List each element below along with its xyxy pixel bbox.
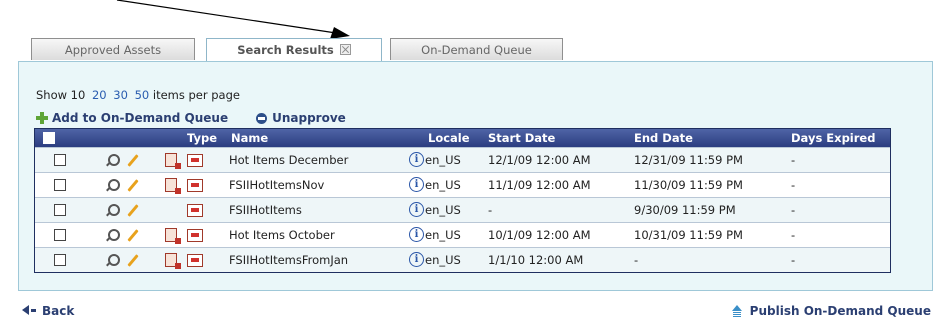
- edit-icon[interactable]: [127, 229, 139, 242]
- header-days-expired[interactable]: Days Expired: [791, 129, 875, 147]
- info-icon[interactable]: i: [409, 177, 424, 192]
- info-icon[interactable]: i: [409, 152, 424, 167]
- row-checkbox[interactable]: [54, 179, 66, 191]
- results-table: Type Name Locale Start Date End Date Day…: [34, 128, 891, 273]
- row-name[interactable]: Hot Items October: [229, 223, 335, 247]
- row-locale: en_US: [425, 253, 461, 267]
- plus-icon: [36, 112, 48, 124]
- row-end-date: 12/31/09 11:59 PM: [634, 153, 743, 167]
- table-row: FSIIHotItemsFromJan i en_US 1/1/10 12:00…: [35, 247, 890, 272]
- back-arrow-icon: [22, 305, 29, 315]
- row-locale: en_US: [425, 153, 461, 167]
- row-name[interactable]: FSIIHotItemsNov: [229, 173, 324, 197]
- header-end-date[interactable]: End Date: [634, 129, 693, 147]
- tab-search-results[interactable]: Search Results: [206, 38, 382, 62]
- row-end-date: 10/31/09 11:59 PM: [634, 228, 743, 242]
- row-days-expired: -: [791, 153, 796, 167]
- document-type-icon: [165, 178, 181, 194]
- tab-on-demand-queue[interactable]: On-Demand Queue: [390, 38, 563, 60]
- add-to-queue-button[interactable]: Add to On-Demand Queue: [36, 111, 228, 125]
- per-page-option-50[interactable]: 50: [135, 88, 150, 102]
- image-type-icon: [187, 229, 203, 242]
- info-icon[interactable]: i: [409, 202, 424, 217]
- edit-icon[interactable]: [127, 204, 139, 217]
- back-label: Back: [42, 304, 75, 318]
- row-locale: en_US: [425, 178, 461, 192]
- row-start-date: 1/1/10 12:00 AM: [488, 253, 584, 267]
- image-type-icon: [187, 154, 203, 167]
- row-days-expired: -: [791, 228, 796, 242]
- edit-icon[interactable]: [127, 154, 139, 167]
- edit-icon[interactable]: [127, 254, 139, 267]
- per-page-option-30[interactable]: 30: [113, 88, 128, 102]
- per-page-option-20[interactable]: 20: [92, 88, 107, 102]
- action-bar: Add to On-Demand Queue Unapprove: [36, 111, 346, 125]
- header-name[interactable]: Name: [231, 129, 268, 147]
- edit-icon[interactable]: [127, 179, 139, 192]
- info-icon[interactable]: i: [409, 252, 424, 267]
- row-checkbox[interactable]: [54, 229, 66, 241]
- per-page-prefix: Show 10: [36, 88, 86, 102]
- row-locale: en_US: [425, 203, 461, 217]
- back-arrow-tail: [31, 309, 36, 312]
- row-end-date: 11/30/09 11:59 PM: [634, 178, 743, 192]
- publish-label: Publish On-Demand Queue: [749, 304, 931, 318]
- row-days-expired: -: [791, 253, 796, 267]
- header-locale[interactable]: Locale: [428, 129, 470, 147]
- preview-icon[interactable]: [108, 179, 120, 191]
- unapprove-button[interactable]: Unapprove: [228, 111, 346, 125]
- row-checkbox[interactable]: [54, 254, 66, 266]
- row-locale: en_US: [425, 228, 461, 242]
- back-button[interactable]: Back: [22, 304, 74, 318]
- preview-icon[interactable]: [108, 254, 120, 266]
- add-to-queue-label: Add to On-Demand Queue: [52, 111, 229, 125]
- document-type-icon: [165, 153, 181, 169]
- publish-queue-button[interactable]: Publish On-Demand Queue: [731, 304, 931, 318]
- unapprove-label: Unapprove: [272, 111, 346, 125]
- table-header: Type Name Locale Start Date End Date Day…: [35, 129, 890, 147]
- row-days-expired: -: [791, 203, 796, 217]
- document-type-icon: [165, 253, 181, 269]
- header-start-date[interactable]: Start Date: [488, 129, 555, 147]
- preview-icon[interactable]: [108, 154, 120, 166]
- row-name[interactable]: FSIIHotItems: [229, 198, 302, 222]
- row-start-date: 11/1/09 12:00 AM: [488, 178, 591, 192]
- row-start-date: 12/1/09 12:00 AM: [488, 153, 591, 167]
- image-type-icon: [187, 254, 203, 267]
- header-type[interactable]: Type: [187, 129, 217, 147]
- publish-icon: [731, 305, 742, 317]
- row-days-expired: -: [791, 178, 796, 192]
- tab-approved-assets[interactable]: Approved Assets: [31, 38, 195, 60]
- per-page-suffix: items per page: [152, 88, 240, 102]
- table-row: Hot Items December i en_US 12/1/09 12:00…: [35, 147, 890, 172]
- row-name[interactable]: FSIIHotItemsFromJan: [229, 248, 348, 272]
- row-checkbox[interactable]: [54, 204, 66, 216]
- row-end-date: -: [634, 253, 639, 267]
- preview-icon[interactable]: [108, 204, 120, 216]
- row-name[interactable]: Hot Items December: [229, 148, 348, 172]
- minus-circle-icon: [256, 113, 268, 124]
- table-row: FSIIHotItems i en_US - 9/30/09 11:59 PM …: [35, 197, 890, 222]
- image-type-icon: [187, 179, 203, 192]
- items-per-page: Show 10 20 30 50 items per page: [36, 88, 240, 102]
- select-all-checkbox[interactable]: [43, 132, 55, 144]
- tab-label: Approved Assets: [64, 43, 162, 57]
- close-icon[interactable]: [339, 44, 351, 55]
- image-type-icon: [187, 204, 203, 217]
- row-checkbox[interactable]: [54, 154, 66, 166]
- row-end-date: 9/30/09 11:59 PM: [634, 203, 736, 217]
- table-row: FSIIHotItemsNov i en_US 11/1/09 12:00 AM…: [35, 172, 890, 197]
- row-start-date: -: [488, 203, 493, 217]
- row-start-date: 10/1/09 12:00 AM: [488, 228, 591, 242]
- document-type-icon: [165, 228, 181, 244]
- table-row: Hot Items October i en_US 10/1/09 12:00 …: [35, 222, 890, 247]
- tab-label: Search Results: [237, 43, 334, 57]
- preview-icon[interactable]: [108, 229, 120, 241]
- tab-label: On-Demand Queue: [421, 43, 532, 57]
- info-icon[interactable]: i: [409, 227, 424, 242]
